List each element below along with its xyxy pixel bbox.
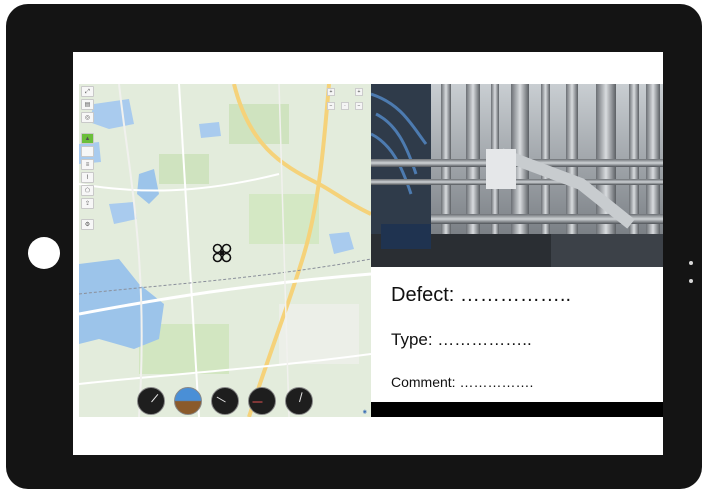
blank-tool[interactable] <box>81 146 94 157</box>
panel-bottom-bar <box>371 402 663 417</box>
attitude-indicator-icon <box>174 387 202 415</box>
map-attribution-logo: ◉ <box>362 409 367 415</box>
fullscreen-icon[interactable]: ⤢ <box>81 86 94 97</box>
upload-icon[interactable]: ⇪ <box>81 198 94 209</box>
tablet-frame: ⤢ ▤ ◎ ▲ ≡ ⌇ ⬠ ⇪ ⚙ + + − · − ◉ Defect: ……… <box>6 4 702 489</box>
industrial-pipes-image <box>371 84 663 267</box>
map-control-icon[interactable]: + <box>327 88 335 96</box>
list-icon[interactable]: ≡ <box>81 159 94 170</box>
defect-label[interactable]: Defect: …………….. <box>391 284 571 307</box>
settings-icon[interactable]: ⚙ <box>81 219 94 230</box>
comment-label[interactable]: Comment: ……………. <box>391 374 533 390</box>
waypoint-tool-icon[interactable]: ▲ <box>81 133 94 144</box>
altimeter-gauge-icon <box>211 387 239 415</box>
home-button[interactable] <box>28 237 60 269</box>
tablet-screen: ⤢ ▤ ◎ ▲ ≡ ⌇ ⬠ ⇪ ⚙ + + − · − ◉ Defect: ……… <box>73 52 663 455</box>
drone-quadcopter-icon[interactable] <box>212 243 232 263</box>
map-toolbar: ⤢ ▤ ◎ ▲ ≡ ⌇ ⬠ ⇪ ⚙ <box>81 86 94 230</box>
map-corner-controls: + + − · − <box>327 88 367 114</box>
map-control-icon[interactable]: − <box>355 102 363 110</box>
target-icon[interactable]: ◎ <box>81 112 94 123</box>
airspeed-gauge-icon <box>137 387 165 415</box>
layers-icon[interactable]: ▤ <box>81 99 94 110</box>
type-label[interactable]: Type: …………….. <box>391 330 532 350</box>
vertical-speed-gauge-icon <box>248 387 276 415</box>
camera-feed-image <box>371 84 663 267</box>
route-icon[interactable]: ⌇ <box>81 172 94 183</box>
polygon-icon[interactable]: ⬠ <box>81 185 94 196</box>
map-control-icon[interactable]: + <box>355 88 363 96</box>
flight-instruments <box>137 387 313 415</box>
map-control-icon[interactable]: − <box>327 102 335 110</box>
camera-dots <box>689 252 702 288</box>
map-control-icon[interactable]: · <box>341 102 349 110</box>
defect-info-panel: Defect: …………….. Type: …………….. Comment: …… <box>371 267 663 402</box>
map-panel[interactable]: ⤢ ▤ ◎ ▲ ≡ ⌇ ⬠ ⇪ ⚙ + + − · − ◉ <box>79 84 371 417</box>
heading-gauge-icon <box>285 387 313 415</box>
